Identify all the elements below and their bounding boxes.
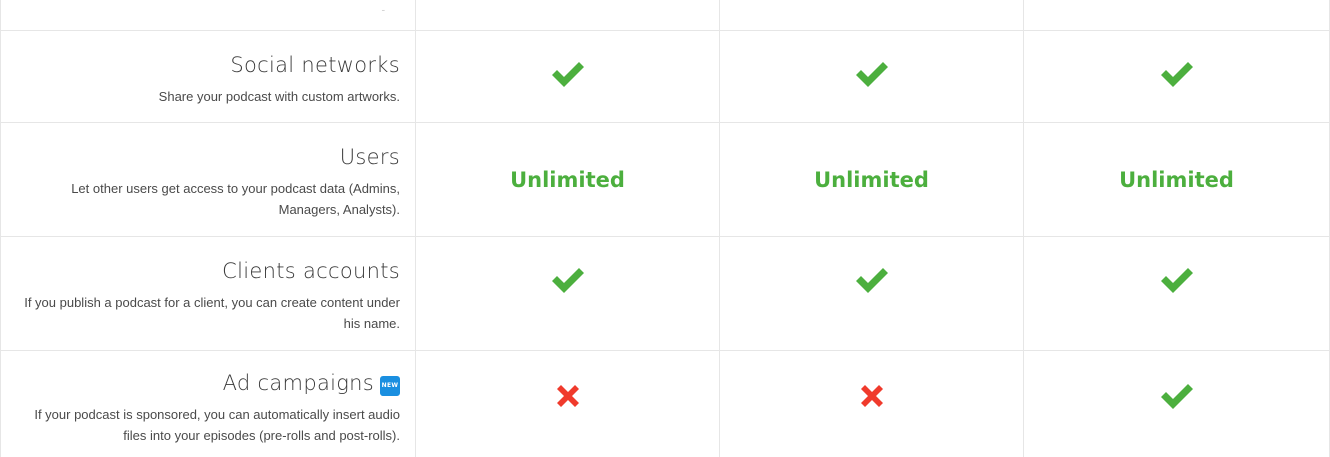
plan-cell bbox=[720, 237, 1024, 351]
feature-description: If your podcast is sponsored, you can au… bbox=[34, 407, 400, 443]
feature-cell: Ad campaigns NEW If your podcast is spons… bbox=[0, 351, 416, 457]
plan-cell bbox=[416, 351, 720, 457]
feature-title-text: Ad campaigns bbox=[222, 371, 374, 395]
check-icon bbox=[1158, 381, 1196, 411]
feature-cell: Clients accounts If you publish a podcas… bbox=[0, 237, 416, 351]
check-icon bbox=[549, 265, 587, 295]
table-row: Social networks Share your podcast with … bbox=[0, 30, 1330, 123]
feature-title: Users bbox=[339, 145, 400, 169]
feature-title: Ad campaigns NEW bbox=[1, 370, 400, 396]
table-row: Clients accounts If you publish a podcas… bbox=[0, 236, 1330, 351]
cross-icon bbox=[857, 381, 887, 411]
plan-cell bbox=[720, 0, 1024, 31]
feature-title: Social networks bbox=[230, 53, 400, 77]
plan-cell: Unlimited bbox=[1024, 123, 1330, 237]
feature-cell: Users Let other users get access to your… bbox=[0, 123, 416, 237]
feature-description: If you publish a podcast for a client, y… bbox=[24, 295, 400, 331]
new-badge-icon: NEW bbox=[380, 376, 400, 396]
feature-description: Share your podcast with custom artworks. bbox=[158, 89, 400, 104]
check-icon bbox=[1158, 59, 1196, 89]
unlimited-value: Unlimited bbox=[510, 168, 625, 192]
plan-cell bbox=[416, 31, 720, 123]
unlimited-value: Unlimited bbox=[1119, 168, 1234, 192]
plan-cell bbox=[416, 0, 720, 31]
plan-cell bbox=[1024, 351, 1330, 457]
plan-cell bbox=[1024, 0, 1330, 31]
plan-cell: Unlimited bbox=[720, 123, 1024, 237]
pricing-feature-table: ˍ Social networks Share your podcast wit… bbox=[0, 0, 1330, 457]
feature-description: Let other users get access to your podca… bbox=[71, 181, 400, 217]
plan-cell bbox=[1024, 237, 1330, 351]
check-icon bbox=[853, 59, 891, 89]
partial-text-mark: ˍ bbox=[381, 1, 385, 12]
feature-cell: Social networks Share your podcast with … bbox=[0, 31, 416, 123]
plan-cell bbox=[1024, 31, 1330, 123]
table-row: Ad campaigns NEW If your podcast is spons… bbox=[0, 350, 1330, 457]
feature-cell: ˍ bbox=[0, 0, 416, 31]
table-row: Users Let other users get access to your… bbox=[0, 122, 1330, 237]
plan-cell bbox=[416, 237, 720, 351]
check-icon bbox=[549, 59, 587, 89]
check-icon bbox=[853, 265, 891, 295]
plan-cell: Unlimited bbox=[416, 123, 720, 237]
check-icon bbox=[1158, 265, 1196, 295]
unlimited-value: Unlimited bbox=[814, 168, 929, 192]
plan-cell bbox=[720, 351, 1024, 457]
feature-title: Clients accounts bbox=[222, 259, 400, 283]
cross-icon bbox=[553, 381, 583, 411]
table-row-partial: ˍ bbox=[0, 0, 1330, 31]
plan-cell bbox=[720, 31, 1024, 123]
